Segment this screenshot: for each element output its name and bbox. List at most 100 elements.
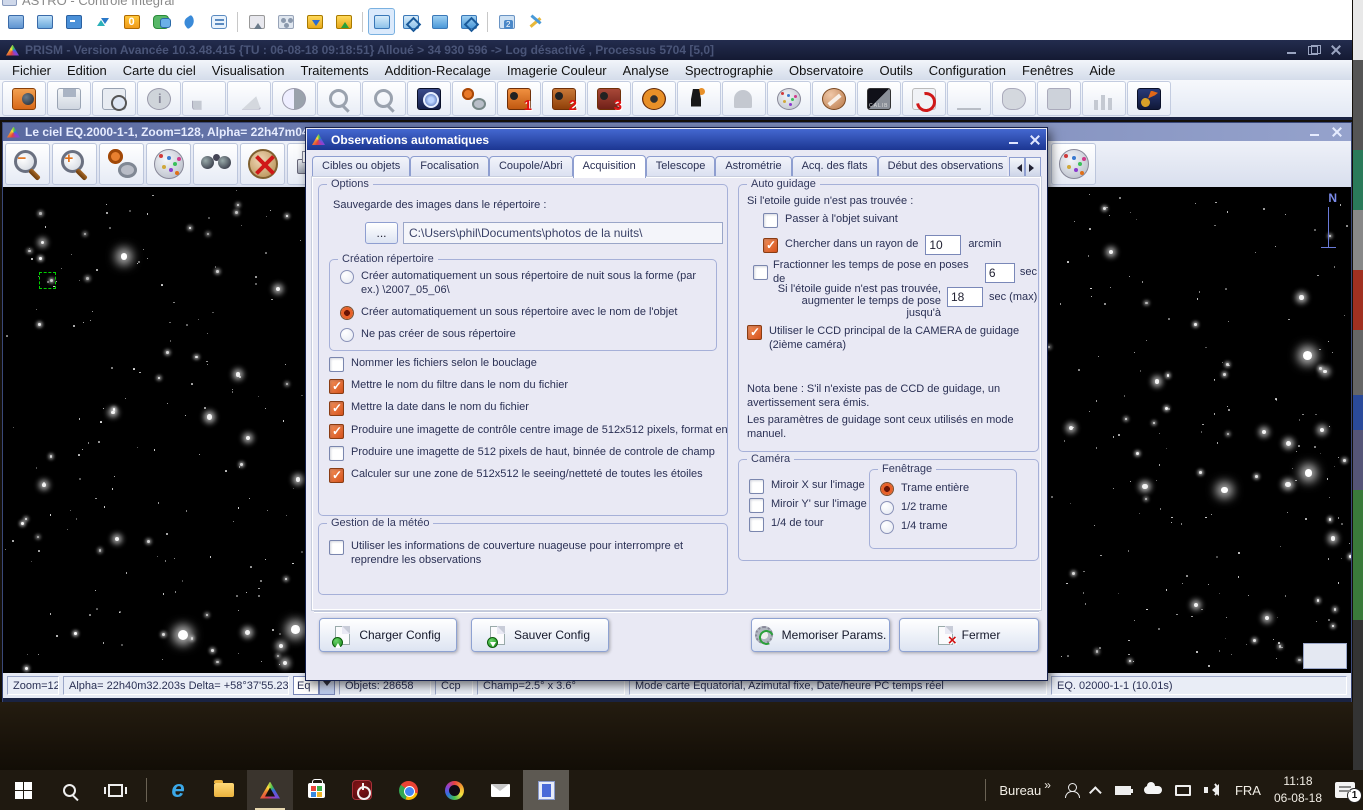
memoriser-params-button[interactable]: Memoriser Params. (751, 618, 890, 652)
checkbox-fractionner-poses[interactable] (753, 265, 768, 280)
browse-button[interactable]: ... (365, 222, 398, 244)
camera-2-icon[interactable]: 2 (542, 81, 586, 116)
upload-icon[interactable] (243, 8, 270, 35)
tab-cibles-ou-objets[interactable]: Cibles ou objets (312, 156, 410, 178)
radio-sous-repertoire-nuit[interactable] (340, 270, 354, 284)
checkbox-nom-filtre[interactable] (329, 379, 344, 394)
menu-fichier[interactable]: Fichier (4, 62, 59, 79)
charger-config-button[interactable]: Charger Config (319, 618, 457, 652)
histogram-icon[interactable] (1082, 81, 1126, 116)
sky-gears-icon[interactable] (99, 143, 144, 185)
camera-1-icon[interactable]: 1 (497, 81, 541, 116)
dome-icon[interactable] (722, 81, 766, 116)
video-app-button[interactable] (523, 770, 569, 810)
store-button[interactable] (293, 770, 339, 810)
outbox-icon[interactable] (330, 8, 357, 35)
radio-trame-entiere[interactable] (880, 482, 894, 496)
menu-visualisation[interactable]: Visualisation (204, 62, 293, 79)
display-icon[interactable] (1175, 785, 1191, 796)
updown-arrows-icon[interactable] (89, 8, 116, 35)
sky-planetarium-icon[interactable] (146, 143, 191, 185)
radio-demi-trame[interactable] (880, 501, 894, 515)
sauver-config-button[interactable]: Sauver Config (471, 618, 609, 652)
tools-icon[interactable] (522, 8, 549, 35)
chat-icon[interactable] (147, 8, 174, 35)
frame-tool-icon[interactable] (1037, 81, 1081, 116)
console-icon[interactable] (60, 8, 87, 35)
binoculars-icon[interactable] (193, 143, 238, 185)
frame-icon[interactable] (31, 8, 58, 35)
checkbox-quart-de-tour[interactable] (749, 517, 764, 532)
save-icon[interactable] (47, 81, 91, 116)
automation-icon[interactable] (1127, 81, 1171, 116)
photos-app-button[interactable] (431, 770, 477, 810)
fraction-sec-field[interactable] (985, 263, 1015, 283)
autoguider-icon[interactable] (677, 81, 721, 116)
curve-icon[interactable] (947, 81, 991, 116)
power-app-button[interactable] (339, 770, 385, 810)
zero-icon[interactable] (118, 8, 145, 35)
contacts-icon[interactable] (272, 8, 299, 35)
checkbox-ccd-guidage[interactable] (747, 325, 762, 340)
onedrive-icon[interactable] (1144, 786, 1162, 794)
screen-normal-icon[interactable] (368, 8, 395, 35)
radio-sous-repertoire-objet[interactable] (340, 306, 354, 320)
no-observer-icon[interactable] (240, 143, 285, 185)
open-image-icon[interactable] (2, 81, 46, 116)
task-view-button[interactable] (92, 770, 138, 810)
close-icon[interactable] (1330, 45, 1342, 55)
inbox-icon[interactable] (301, 8, 328, 35)
prism-taskbar-button[interactable] (247, 770, 293, 810)
checkbox-couverture-nuageuse[interactable] (329, 540, 344, 555)
menu-aide[interactable]: Aide (1081, 62, 1123, 79)
checkbox-seeing[interactable] (329, 468, 344, 483)
rotate-icon[interactable] (182, 81, 226, 116)
chrome-button[interactable] (385, 770, 431, 810)
sky-minimize-icon[interactable] (1309, 127, 1321, 137)
refresh-icon[interactable] (902, 81, 946, 116)
edge-button[interactable]: e (155, 770, 201, 810)
taskbar-search-button[interactable] (46, 770, 92, 810)
battery-icon[interactable] (1115, 786, 1131, 795)
sky-zoom-out-icon[interactable]: − (5, 143, 50, 185)
zoom-in-icon[interactable] (362, 81, 406, 116)
volume-icon[interactable] (1204, 783, 1222, 797)
sky-close-icon[interactable] (1331, 127, 1343, 137)
checkbox-imagette-512[interactable] (329, 424, 344, 439)
gears-icon[interactable] (452, 81, 496, 116)
tab-coupole-abri[interactable]: Coupole/Abri (489, 156, 573, 178)
menu-addition-recalage[interactable]: Addition-Recalage (377, 62, 499, 79)
minimize-icon[interactable] (1286, 45, 1298, 55)
contrast-icon[interactable] (272, 81, 316, 116)
restore-icon[interactable] (1308, 45, 1320, 55)
language-indicator[interactable]: FRA (1235, 783, 1261, 798)
fermer-button[interactable]: × Fermer (899, 618, 1039, 652)
tab-acq-des-flats[interactable]: Acq. des flats (792, 156, 878, 178)
planetarium-icon[interactable] (767, 81, 811, 116)
menu-observatoire[interactable]: Observatoire (781, 62, 871, 79)
sky-zoom-in-icon[interactable]: + (52, 143, 97, 185)
screen-center-icon[interactable] (455, 8, 482, 35)
checkbox-bouclage[interactable] (329, 357, 344, 372)
menu-imagerie-couleur[interactable]: Imagerie Couleur (499, 62, 615, 79)
clock[interactable]: 11:18 06-08-18 (1274, 773, 1322, 808)
phone-icon[interactable] (176, 8, 203, 35)
camera-3-icon[interactable]: 3 (587, 81, 631, 116)
menu-spectrographie[interactable]: Spectrographie (677, 62, 781, 79)
region-icon[interactable] (992, 81, 1036, 116)
message-icon[interactable] (205, 8, 232, 35)
start-button[interactable] (0, 770, 46, 810)
tab-acquisition[interactable]: Acquisition (573, 155, 646, 178)
directory-path-field[interactable] (403, 222, 723, 244)
menu-traitements[interactable]: Traitements (293, 62, 377, 79)
menu-outils[interactable]: Outils (871, 62, 920, 79)
screen-full-icon[interactable] (426, 8, 453, 35)
dialog-titlebar[interactable]: Observations automatiques (307, 129, 1046, 150)
augmenter-sec-field[interactable] (947, 287, 983, 307)
menu-configuration[interactable]: Configuration (921, 62, 1014, 79)
window-icon[interactable] (2, 8, 29, 35)
menu-edition[interactable]: Edition (59, 62, 115, 79)
cascade-icon[interactable] (493, 8, 520, 35)
file-explorer-button[interactable] (201, 770, 247, 810)
radio-pas-de-sous-repertoire[interactable] (340, 328, 354, 342)
